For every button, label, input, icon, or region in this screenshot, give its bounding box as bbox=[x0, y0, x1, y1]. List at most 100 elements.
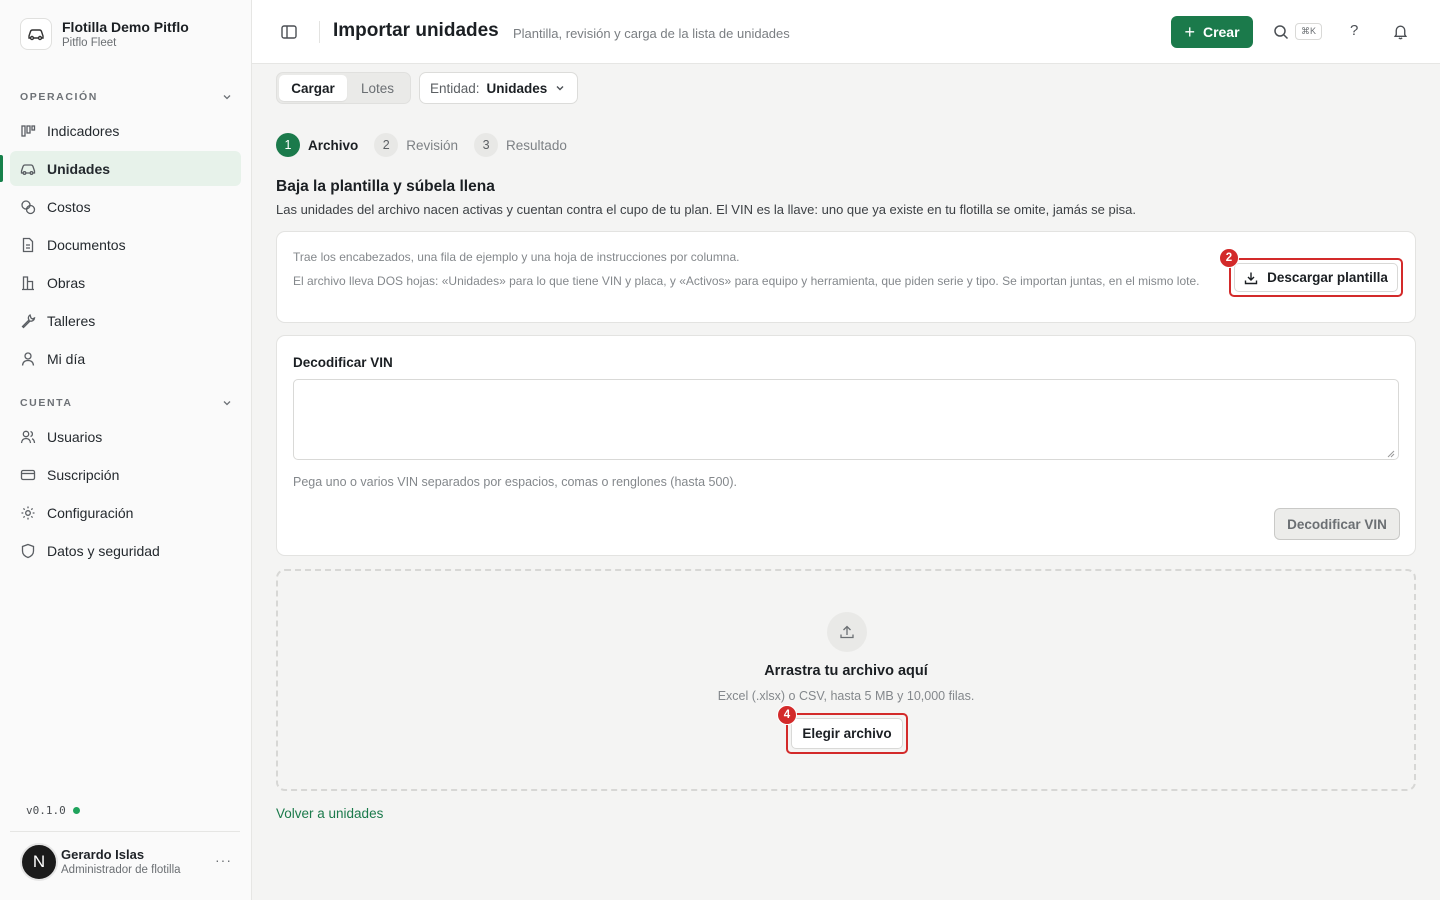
download-label: Descargar plantilla bbox=[1267, 270, 1388, 285]
chevron-down-icon bbox=[223, 95, 231, 100]
shield-icon bbox=[21, 543, 35, 558]
version-text: v0.1.0 bbox=[26, 804, 66, 817]
chevron-down-icon bbox=[223, 401, 231, 406]
choose-highlight: Elegir archivo bbox=[786, 713, 908, 754]
file-dropzone[interactable]: Arrastra tu archivo aquí Excel (.xlsx) o… bbox=[276, 569, 1416, 791]
section-cuenta[interactable]: CUENTA bbox=[20, 397, 232, 409]
sidebar-item-suscripcion[interactable]: Suscripción bbox=[10, 457, 241, 492]
step-number: 3 bbox=[474, 133, 499, 157]
resize-handle-icon[interactable] bbox=[1387, 450, 1395, 458]
step-label: Archivo bbox=[308, 137, 359, 153]
step-archivo: 1 Archivo bbox=[276, 133, 358, 157]
tab-lotes[interactable]: Lotes bbox=[347, 75, 408, 101]
template-info: Trae los encabezados, una fila de ejempl… bbox=[293, 250, 740, 264]
step-badge: 2 bbox=[1219, 248, 1239, 268]
sidebar: Flotilla Demo Pitflo Pitflo Fleet OPERAC… bbox=[0, 0, 252, 900]
create-label: Crear bbox=[1202, 24, 1240, 40]
section-description: Las unidades del archivo nacen activas y… bbox=[276, 202, 1136, 217]
brand[interactable]: Flotilla Demo Pitflo Pitflo Fleet bbox=[20, 18, 189, 50]
step-resultado: 3 Resultado bbox=[474, 133, 567, 157]
gear-icon bbox=[21, 506, 35, 519]
sidebar-item-configuracion[interactable]: Configuración bbox=[10, 495, 241, 530]
divider bbox=[10, 831, 240, 832]
user-icon bbox=[21, 351, 35, 366]
top-header: Importar unidades Plantilla, revisión y … bbox=[252, 0, 1440, 64]
dropzone-subtitle: Excel (.xlsx) o CSV, hasta 5 MB y 10,000… bbox=[717, 689, 975, 703]
sidebar-toggle-icon[interactable] bbox=[280, 23, 298, 41]
sidebar-item-label: Costos bbox=[47, 198, 91, 215]
car-logo-icon bbox=[20, 18, 52, 50]
chart-icon bbox=[21, 124, 36, 137]
vin-help-text: Pega uno o varios VIN separados por espa… bbox=[293, 475, 738, 489]
template-sheets-info: El archivo lleva DOS hojas: «Unidades» p… bbox=[293, 274, 1200, 288]
search-icon[interactable] bbox=[1273, 24, 1289, 40]
step-badge: 4 bbox=[777, 705, 797, 725]
decode-vin-button[interactable]: Decodificar VIN bbox=[1274, 508, 1400, 540]
avatar: N bbox=[20, 843, 58, 881]
sidebar-item-label: Suscripción bbox=[47, 466, 120, 483]
back-to-units-link[interactable]: Volver a unidades bbox=[276, 806, 383, 821]
user-role: Administrador de flotilla bbox=[61, 863, 181, 876]
section-title: Baja la plantilla y súbela llena bbox=[276, 178, 495, 195]
building-icon bbox=[22, 275, 34, 290]
sidebar-item-usuarios[interactable]: Usuarios bbox=[10, 419, 241, 454]
sidebar-item-label: Obras bbox=[47, 274, 86, 291]
upload-icon bbox=[827, 612, 867, 652]
step-label: Revisión bbox=[406, 137, 459, 153]
sidebar-item-documentos[interactable]: Documentos bbox=[10, 227, 241, 262]
document-icon bbox=[22, 237, 34, 252]
sidebar-item-label: Usuarios bbox=[47, 428, 103, 445]
user-name: Gerardo Islas bbox=[61, 846, 145, 862]
plus-icon: + bbox=[1184, 21, 1195, 42]
status-dot-icon bbox=[72, 807, 80, 814]
sidebar-item-label: Mi día bbox=[47, 350, 86, 367]
entity-select[interactable]: Entidad: Unidades bbox=[419, 72, 578, 104]
sidebar-item-talleres[interactable]: Talleres bbox=[10, 303, 241, 338]
sidebar-item-unidades[interactable]: Unidades bbox=[0, 151, 241, 186]
step-label: Resultado bbox=[506, 137, 567, 153]
user-profile[interactable]: N Gerardo Islas Administrador de flotill… bbox=[20, 843, 240, 881]
section-title: OPERACIÓN bbox=[20, 91, 98, 103]
sidebar-item-label: Unidades bbox=[47, 160, 111, 177]
entity-value: Unidades bbox=[486, 80, 548, 96]
sidebar-item-obras[interactable]: Obras bbox=[10, 265, 241, 300]
header-divider bbox=[319, 21, 320, 43]
vin-title: Decodificar VIN bbox=[293, 355, 393, 370]
bell-icon[interactable] bbox=[1392, 23, 1409, 40]
vin-input[interactable] bbox=[293, 379, 1399, 460]
download-icon bbox=[1244, 272, 1258, 284]
choose-file-button[interactable]: Elegir archivo bbox=[791, 718, 903, 749]
page-subtitle: Plantilla, revisión y carga de la lista … bbox=[513, 26, 790, 41]
page-title: Importar unidades bbox=[333, 20, 499, 41]
sidebar-item-label: Documentos bbox=[47, 236, 126, 253]
app-version: v0.1.0 bbox=[26, 804, 80, 817]
download-highlight: Descargar plantilla bbox=[1229, 258, 1403, 297]
chevron-down-icon bbox=[556, 86, 564, 91]
create-button[interactable]: + Crear bbox=[1171, 16, 1253, 48]
help-icon[interactable]: ? bbox=[1350, 22, 1358, 39]
more-options-icon[interactable]: ··· bbox=[215, 852, 232, 868]
nav-cuenta: Usuarios Suscripción Configuración Datos… bbox=[10, 419, 241, 571]
coins-icon bbox=[21, 199, 36, 214]
brand-subtitle: Pitflo Fleet bbox=[62, 37, 117, 49]
sidebar-item-datos-seguridad[interactable]: Datos y seguridad bbox=[10, 533, 241, 568]
entity-label: Entidad: bbox=[430, 80, 480, 96]
step-number: 1 bbox=[276, 133, 300, 157]
sidebar-item-mi-dia[interactable]: Mi día bbox=[10, 341, 241, 376]
section-operacion[interactable]: OPERACIÓN bbox=[20, 91, 232, 103]
sidebar-item-label: Indicadores bbox=[47, 122, 120, 139]
stepper: 1 Archivo 2 Revisión 3 Resultado bbox=[276, 133, 583, 157]
tab-cargar[interactable]: Cargar bbox=[279, 75, 347, 101]
sidebar-item-costos[interactable]: Costos bbox=[10, 189, 241, 224]
section-title: CUENTA bbox=[20, 397, 73, 409]
car-icon bbox=[20, 163, 36, 175]
download-template-button[interactable]: Descargar plantilla bbox=[1234, 263, 1398, 292]
sidebar-item-label: Datos y seguridad bbox=[47, 542, 160, 559]
sidebar-item-indicadores[interactable]: Indicadores bbox=[10, 113, 241, 148]
sidebar-item-label: Configuración bbox=[47, 504, 134, 521]
step-number: 2 bbox=[374, 133, 399, 157]
shortcut-hint: ⌘K bbox=[1295, 23, 1323, 40]
card-icon bbox=[20, 469, 36, 480]
nav-operacion: Indicadores Unidades Costos Documentos O… bbox=[0, 113, 241, 379]
step-revision: 2 Revisión bbox=[374, 133, 458, 157]
